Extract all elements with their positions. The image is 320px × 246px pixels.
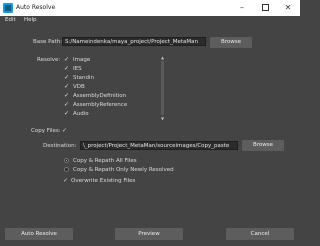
preview-button[interactable]: Preview [115, 228, 183, 240]
checkbox-check-icon[interactable]: ✓ [64, 110, 69, 117]
checkbox-check-icon[interactable]: ✓ [64, 65, 69, 72]
list-item[interactable]: ✓ Standin [62, 74, 158, 82]
checkbox-check-icon[interactable]: ✓ [64, 74, 69, 81]
menu-edit[interactable]: Edit [5, 17, 16, 23]
overwrite-checkbox[interactable]: ✓ [63, 177, 68, 184]
destination-browse-button[interactable]: Browse [242, 140, 284, 151]
list-item[interactable]: ✓ Audio [62, 110, 158, 118]
resolve-list[interactable]: ✓ Image ✓ IES ✓ Standin ✓ VDB ✓ Assembly… [62, 55, 166, 121]
auto-resolve-button[interactable]: Auto Resolve [5, 228, 73, 240]
destination-label: Destination: [43, 143, 77, 149]
list-item[interactable]: ✓ VDB [62, 83, 158, 91]
checkbox-check-icon[interactable]: ✓ [64, 56, 69, 63]
checkbox-check-icon[interactable]: ✓ [64, 101, 69, 108]
radio-copy-new-label: Copy & Repath Only Newly Resolved [73, 167, 174, 173]
list-item[interactable]: ✓ IES [62, 65, 158, 73]
destination-input[interactable]: \_project/Project_MetaMan/sourceimages/C… [80, 141, 238, 150]
list-item[interactable]: ✓ AssemblyDefinition [62, 92, 158, 100]
copy-files-checkbox[interactable]: ✓ [62, 127, 67, 134]
button-bar: Auto Resolve Preview Cancel [0, 222, 300, 246]
overwrite-label: Overwrite Existing Files [71, 178, 136, 184]
maya-icon [3, 3, 13, 13]
base-path-input[interactable]: S:/Nameindenka/maya_project/Project_Meta… [62, 37, 206, 46]
resolve-scrollbar[interactable]: ▲ ▼ [160, 55, 165, 121]
maximize-icon[interactable] [258, 2, 272, 13]
checkbox-check-icon[interactable]: ✓ [64, 83, 69, 90]
menu-help[interactable]: Help [24, 17, 37, 23]
base-path-browse-button[interactable]: Browse [210, 37, 252, 48]
title-bar: Auto Resolve – ✕ [0, 0, 300, 16]
list-item[interactable]: ✓ AssemblyReference [62, 101, 158, 109]
menu-bar: Edit Help [0, 16, 300, 26]
resolve-label: Resolve: [37, 57, 61, 63]
copy-files-label: Copy Files: [31, 128, 61, 134]
window-title: Auto Resolve [16, 4, 56, 11]
scroll-thumb[interactable] [161, 61, 164, 115]
close-icon[interactable]: ✕ [281, 2, 295, 13]
radio-copy-all-label: Copy & Repath All Files [73, 158, 137, 164]
radio-copy-all[interactable] [64, 158, 69, 163]
scroll-up-icon[interactable]: ▲ [160, 55, 165, 60]
minimize-icon[interactable]: – [235, 2, 249, 13]
cancel-button[interactable]: Cancel [226, 228, 294, 240]
checkbox-check-icon[interactable]: ✓ [64, 92, 69, 99]
radio-copy-new[interactable] [64, 167, 69, 172]
list-item[interactable]: ✓ Image [62, 56, 158, 64]
base-path-label: Base Path: [33, 39, 63, 45]
scroll-down-icon[interactable]: ▼ [160, 116, 165, 121]
